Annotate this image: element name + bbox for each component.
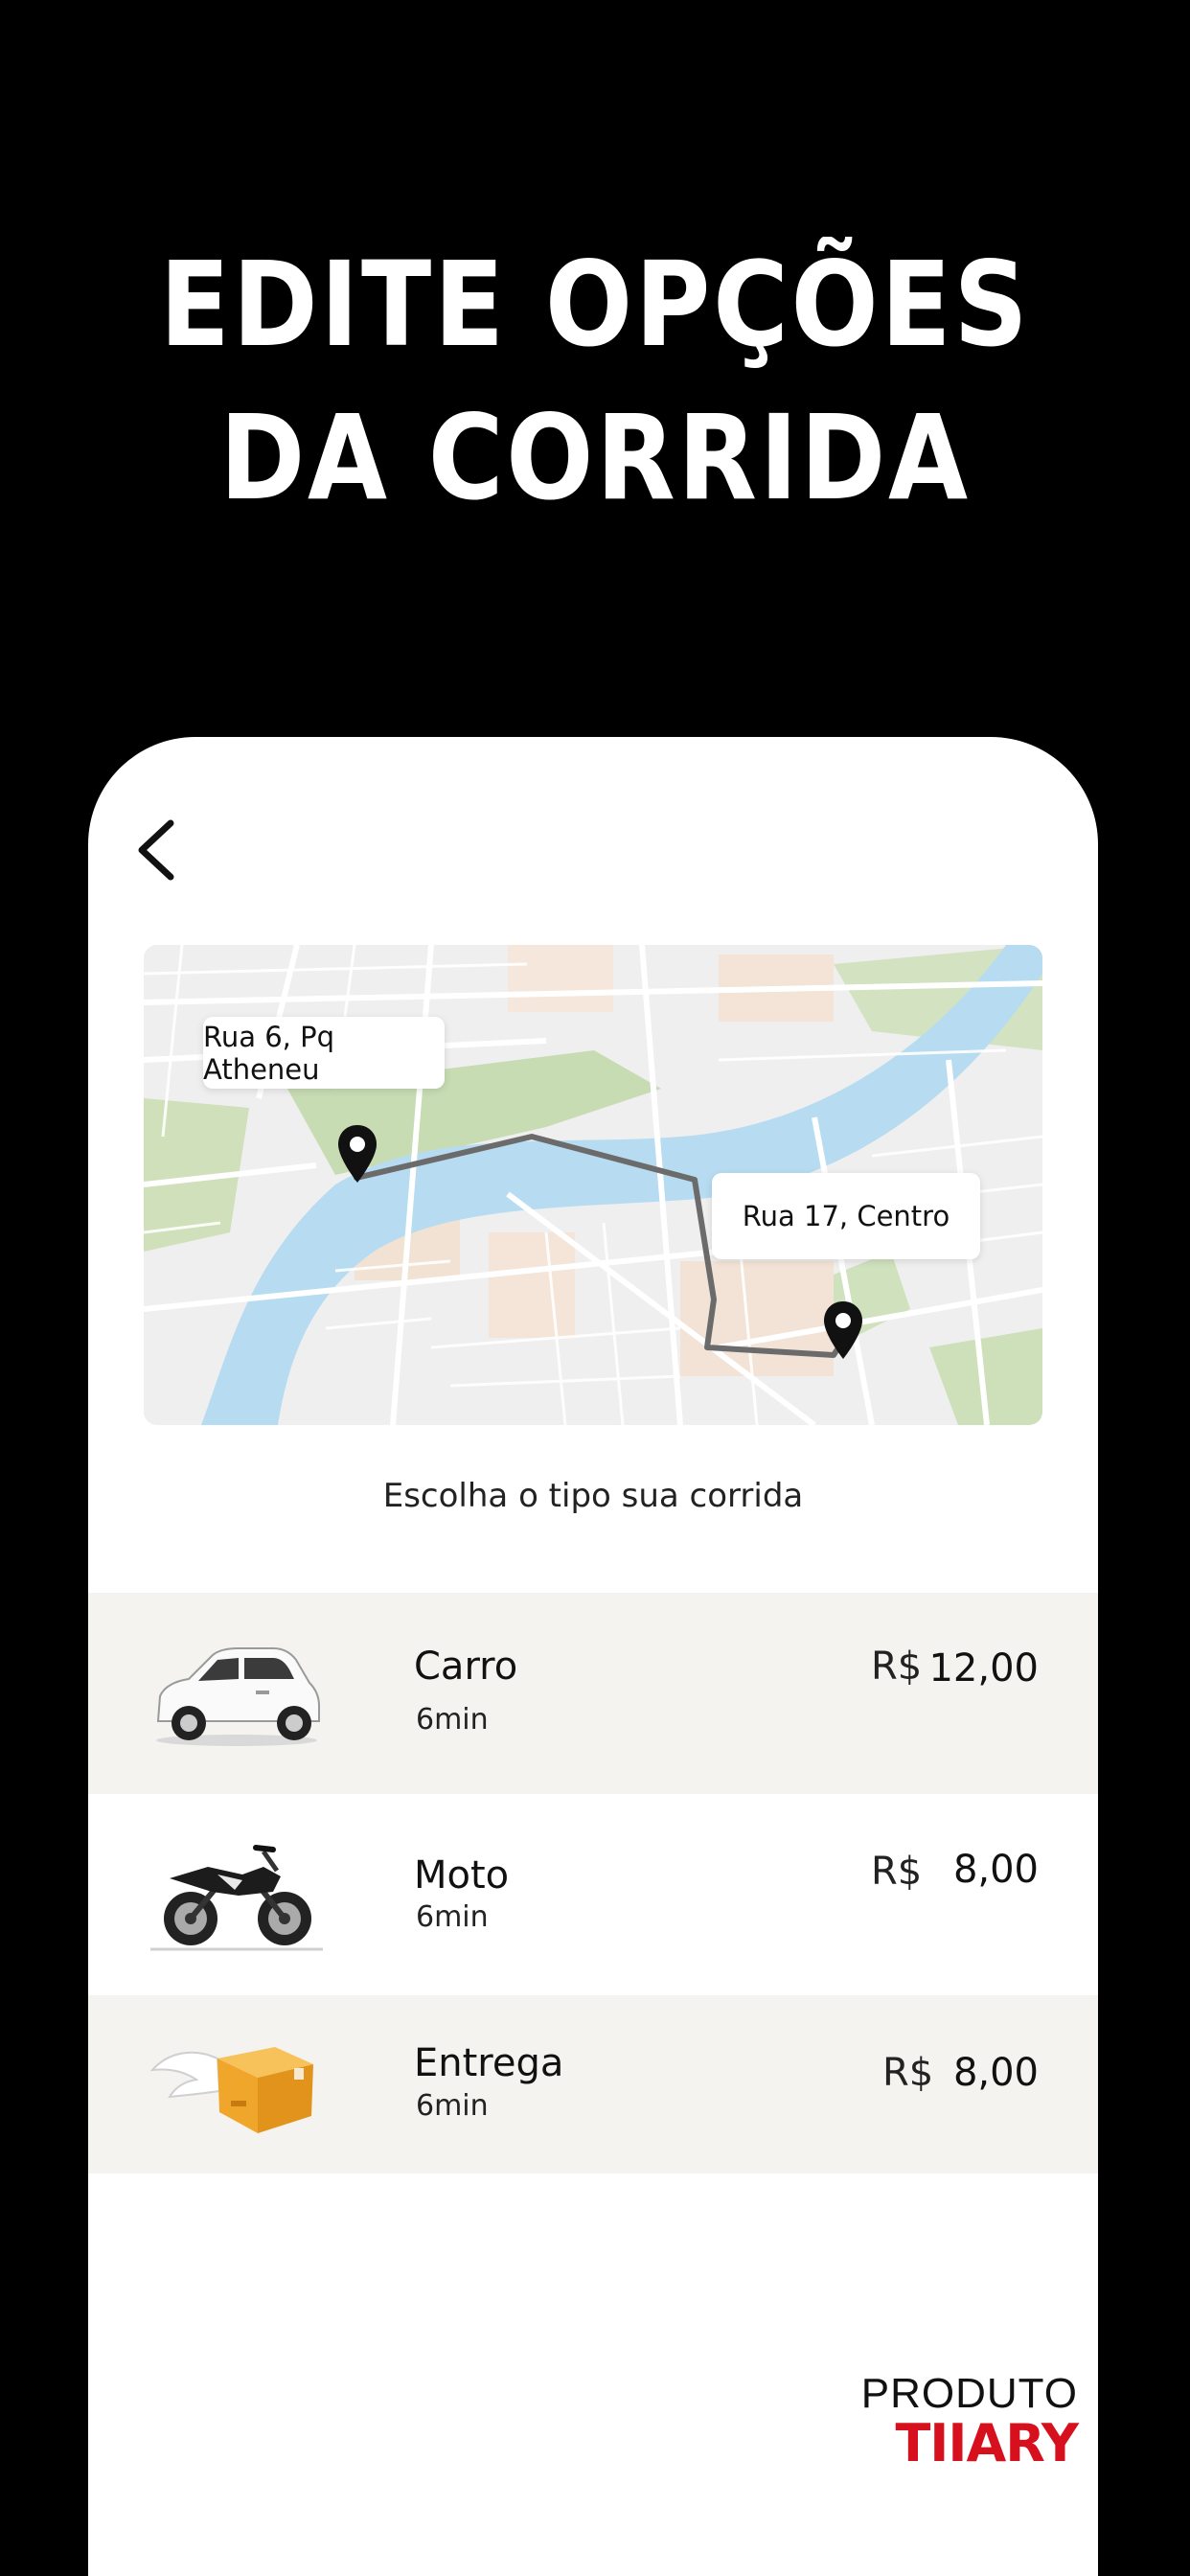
ride-name: Carro <box>414 1644 518 1689</box>
ride-price: 12,00 <box>928 1646 1039 1690</box>
map-pin-icon <box>824 1301 862 1359</box>
headline-line-2: DA CORRIDA <box>219 390 971 526</box>
ride-option-moto[interactable]: Moto 6min R$ 8,00 <box>88 1794 1098 1995</box>
destination-label: Rua 17, Centro <box>712 1173 980 1259</box>
brand-logo: PRODUTO TIIARY <box>848 2370 1079 2473</box>
brand-logo-top: PRODUTO <box>860 2370 1078 2417</box>
headline-line-1: EDITE OPÇÕES <box>159 237 1031 373</box>
brand-logo-bottom: TIIARY <box>895 2413 1079 2473</box>
headline: EDITE OPÇÕES DA CORRIDA <box>0 228 1190 535</box>
route-map[interactable]: Rua 6, Pq Atheneu Rua 17, Centro <box>144 945 1042 1425</box>
back-button[interactable] <box>130 812 184 888</box>
ride-time: 6min <box>416 1703 489 1736</box>
motorcycle-icon <box>150 1845 323 1951</box>
phone-screen: Rua 6, Pq Atheneu Rua 17, Centro Escolha… <box>88 737 1098 2576</box>
origin-label: Rua 6, Pq Atheneu <box>203 1017 445 1089</box>
ride-price: 8,00 <box>952 2051 1039 2095</box>
ride-option-entrega[interactable]: Entrega 6min R$ 8,00 <box>88 1995 1098 2174</box>
ride-price: 8,00 <box>952 1848 1039 1892</box>
ride-currency: R$ <box>871 1644 923 1689</box>
ride-name: Moto <box>414 1853 510 1898</box>
ride-time: 6min <box>416 1900 489 1934</box>
ride-currency: R$ <box>882 2051 934 2095</box>
ride-currency: R$ <box>871 1850 923 1894</box>
ride-time: 6min <box>416 2089 489 2123</box>
map-pin-icon <box>338 1125 377 1183</box>
ride-type-prompt: Escolha o tipo sua corrida <box>382 1477 804 1515</box>
chevron-left-icon <box>138 819 174 881</box>
ride-name: Entrega <box>414 2041 564 2085</box>
ride-option-carro[interactable]: Carro 6min R$ 12,00 <box>88 1593 1098 1794</box>
winged-box-icon <box>150 2047 313 2133</box>
car-icon <box>156 1647 320 1746</box>
